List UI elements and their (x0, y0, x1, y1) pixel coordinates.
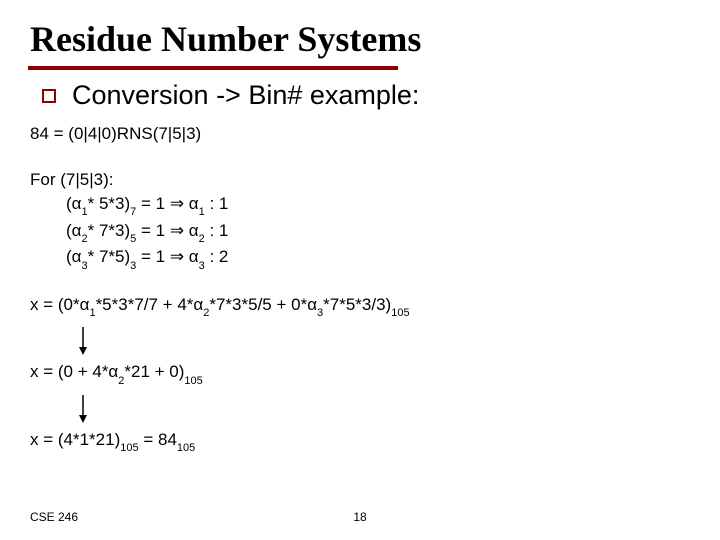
for-row-3: (α3* 7*5)3 = 1 ⇒ α3 : 2 (66, 245, 690, 272)
bullet-marker (42, 89, 56, 103)
bullet-text: Conversion -> Bin# example: (72, 80, 419, 111)
slide-footer: CSE 246 18 (30, 510, 690, 524)
slide-title: Residue Number Systems (30, 18, 690, 60)
course-code: CSE 246 (30, 510, 78, 524)
title-underline (28, 66, 398, 70)
rns-equation: 84 = (0|4|0)RNS(7|5|3) (30, 123, 690, 146)
arrow-down-icon (78, 395, 690, 423)
x-line-3: x = (4*1*21)105 = 84105 (30, 429, 690, 454)
arrow-down-icon (78, 327, 690, 355)
page-number: 18 (353, 510, 366, 524)
x-line-1: x = (0*α1*5*3*7/7 + 4*α2*7*3*5/5 + 0*α3*… (30, 294, 690, 319)
bullet-item: Conversion -> Bin# example: (42, 80, 690, 111)
for-header: For (7|5|3): (30, 168, 690, 192)
for-row-1: (α1* 5*3)7 = 1 ⇒ α1 : 1 (66, 192, 690, 219)
for-row-2: (α2* 7*3)5 = 1 ⇒ α2 : 1 (66, 219, 690, 246)
x-line-2: x = (0 + 4*α2*21 + 0)105 (30, 361, 690, 386)
for-block: For (7|5|3): (α1* 5*3)7 = 1 ⇒ α1 : 1 (α2… (30, 168, 690, 272)
